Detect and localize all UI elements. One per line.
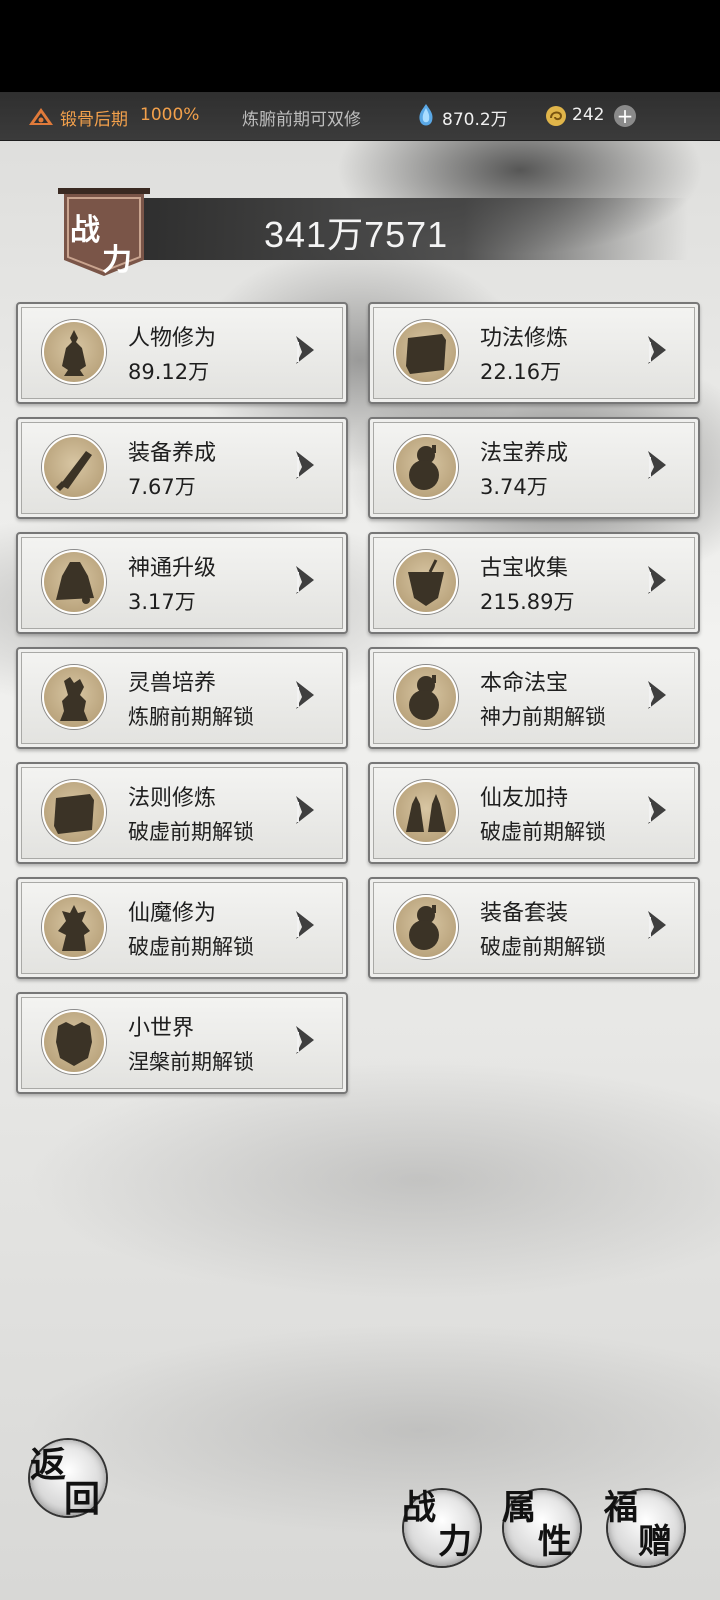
power-source-card[interactable]: 装备养成 7.67万 <box>16 417 348 519</box>
card-title: 神通升级 <box>128 556 217 581</box>
back-button[interactable]: 返 回 <box>30 1440 106 1520</box>
scroll-icon <box>42 780 106 844</box>
add-coins-button[interactable]: + <box>614 105 636 127</box>
card-title: 仙友加持 <box>480 786 569 811</box>
gourd-icon <box>394 895 458 959</box>
power-source-card[interactable]: 法宝养成 3.74万 <box>368 417 700 519</box>
power-source-card[interactable]: 装备套装破虚前期解锁 <box>368 877 700 979</box>
card-value: 22.16万 <box>480 360 562 384</box>
realm-icon <box>29 108 53 125</box>
card-title: 法宝养成 <box>480 441 569 466</box>
card-value: 破虚前期解锁 <box>128 820 254 844</box>
status-area <box>0 0 720 92</box>
card-value: 神力前期解锁 <box>480 705 606 729</box>
spirit-stone-count: 870.2万 <box>442 110 508 130</box>
chevron-right-icon <box>296 681 314 709</box>
resource-bar: 锻骨后期 1000% 炼腑前期可双修 870.2万 242 + <box>0 92 720 141</box>
power-source-card[interactable]: 本命法宝神力前期解锁 <box>368 647 700 749</box>
card-title: 古宝收集 <box>480 556 569 581</box>
power-source-card[interactable]: 古宝收集 215.89万 <box>368 532 700 634</box>
power-source-card[interactable]: 神通升级 3.17万 <box>16 532 348 634</box>
chevron-right-icon <box>296 451 314 479</box>
gourd-icon <box>394 665 458 729</box>
tab-attributes[interactable]: 属 性 <box>502 1488 580 1566</box>
bell-icon <box>42 550 106 614</box>
coin-icon <box>546 106 566 126</box>
card-value: 3.74万 <box>480 475 548 499</box>
chevron-right-icon <box>648 336 666 364</box>
chevron-right-icon <box>648 451 666 479</box>
power-source-card[interactable]: 小世界 涅槃前期解锁 <box>16 992 348 1094</box>
scroll-icon <box>394 320 458 384</box>
card-title: 灵兽培养 <box>128 671 217 696</box>
card-title: 本命法宝 <box>480 671 569 696</box>
card-title: 仙魔修为 <box>128 901 217 926</box>
card-title: 小世界 <box>128 1016 195 1041</box>
chevron-right-icon <box>296 336 314 364</box>
warrior-silhouette-icon <box>42 320 106 384</box>
beast-icon <box>42 665 106 729</box>
treasure-icon <box>394 550 458 614</box>
tab-blessings[interactable]: 福 赠 <box>604 1488 684 1566</box>
realm-percent: 1000% <box>140 105 200 125</box>
chevron-right-icon <box>648 566 666 594</box>
chevron-right-icon <box>296 1026 314 1054</box>
card-title: 法则修炼 <box>128 786 217 811</box>
chevron-right-icon <box>296 566 314 594</box>
power-source-card[interactable]: 人物修为 89.12万 <box>16 302 348 404</box>
card-value: 破虚前期解锁 <box>128 935 254 959</box>
card-value: 7.67万 <box>128 475 196 499</box>
power-source-card[interactable]: 仙魔修为破虚前期解锁 <box>16 877 348 979</box>
spirit-stone-icon <box>419 104 433 126</box>
combat-power-value: 341万7571 <box>264 214 449 255</box>
coin-count: 242 <box>572 105 605 125</box>
card-value: 89.12万 <box>128 360 210 384</box>
chevron-right-icon <box>296 796 314 824</box>
power-source-card[interactable]: 法则修炼破虚前期解锁 <box>16 762 348 864</box>
realm-label: 锻骨后期 <box>60 110 128 130</box>
card-title: 装备养成 <box>128 441 217 466</box>
power-source-card[interactable]: 功法修炼 22.16万 <box>368 302 700 404</box>
card-value: 215.89万 <box>480 590 575 614</box>
sword-icon <box>42 435 106 499</box>
card-value: 破虚前期解锁 <box>480 820 606 844</box>
card-title: 人物修为 <box>128 326 217 351</box>
chevron-right-icon <box>296 911 314 939</box>
world-icon <box>42 1010 106 1074</box>
gourd-icon <box>394 435 458 499</box>
card-title: 装备套装 <box>480 901 569 926</box>
chevron-right-icon <box>648 796 666 824</box>
demon-silhouette-icon <box>42 895 106 959</box>
card-title: 功法修炼 <box>480 326 569 351</box>
card-value: 涅槃前期解锁 <box>128 1050 254 1074</box>
companions-icon <box>394 780 458 844</box>
power-source-card[interactable]: 灵兽培养炼腑前期解锁 <box>16 647 348 749</box>
card-value: 炼腑前期解锁 <box>128 705 254 729</box>
card-value: 破虚前期解锁 <box>480 935 606 959</box>
tab-power[interactable]: 战 力 <box>402 1488 480 1566</box>
chevron-right-icon <box>648 911 666 939</box>
chevron-right-icon <box>648 681 666 709</box>
card-value: 3.17万 <box>128 590 196 614</box>
power-source-card[interactable]: 仙友加持破虚前期解锁 <box>368 762 700 864</box>
dual-cultivation-hint: 炼腑前期可双修 <box>242 110 361 130</box>
